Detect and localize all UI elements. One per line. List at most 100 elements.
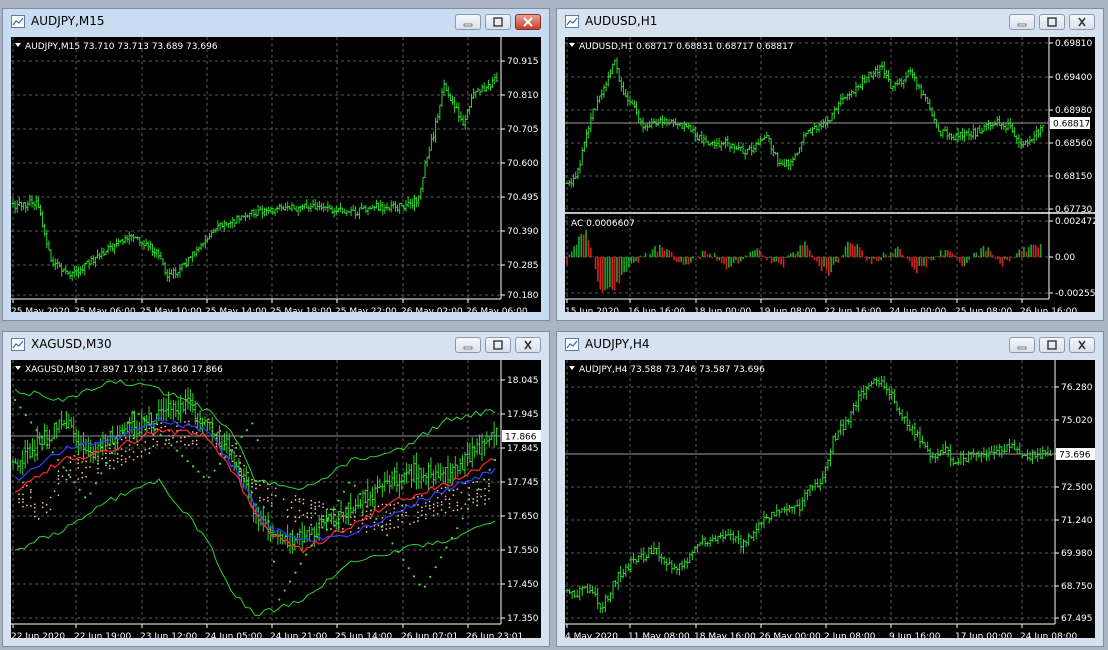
ichimoku-cloud-dot [432, 503, 435, 506]
ichimoku-cloud-dot [436, 496, 439, 499]
time-axis-label: 26 May 02:00 [401, 307, 463, 312]
maximize-button[interactable] [1039, 337, 1065, 353]
ichimoku-cloud-dot [286, 516, 289, 518]
time-axis-label: 4 May 2020 [565, 632, 618, 638]
parabolic-sar-dot [13, 398, 17, 402]
ichimoku-cloud-dot [405, 511, 407, 514]
maximize-button[interactable] [485, 337, 511, 353]
ichimoku-cloud-dot [314, 505, 317, 508]
minimize-button[interactable] [455, 337, 481, 353]
ichimoku-cloud-dot [132, 458, 135, 461]
close-button[interactable] [515, 337, 541, 353]
price-axis-label: 70.810 [507, 91, 539, 101]
parabolic-sar-dot [380, 525, 383, 529]
ichimoku-cloud-dot [112, 459, 115, 462]
price-chart[interactable]: 76.280 75.020 73.696 72.500 71.240 69.980 68.7… [565, 360, 1095, 638]
ichimoku-cloud-dot [65, 478, 68, 481]
parabolic-sar-dot [40, 436, 44, 439]
price-axis-label: 72.500 [1061, 483, 1093, 493]
ichimoku-cloud-dot [417, 520, 419, 522]
time-axis-label: 25 May 06:00 [74, 307, 136, 312]
ichimoku-cloud-dot [239, 455, 242, 458]
price-chart[interactable]: 70.915 70.810 70.705 70.600 70.495 70.390 70.2… [11, 37, 541, 312]
ichimoku-cloud-dot [472, 481, 475, 484]
ichimoku-cloud-dot [476, 504, 479, 507]
ichimoku-cloud-dot [69, 476, 72, 479]
price-axis-label: 18.045 [507, 376, 539, 386]
ichimoku-cloud-dot [310, 503, 313, 506]
minimize-button[interactable] [1009, 337, 1035, 353]
ichimoku-cloud-dot [124, 436, 127, 439]
collapse-triangle-icon[interactable] [15, 43, 21, 47]
ichimoku-cloud-dot [41, 506, 44, 509]
ichimoku-cloud-dot [104, 457, 107, 459]
ichimoku-cloud-dot [468, 494, 471, 497]
close-button[interactable] [1069, 337, 1095, 353]
parabolic-sar-dot [224, 455, 227, 459]
parabolic-sar-dot [278, 598, 281, 601]
window-titlebar[interactable]: AUDUSD,H1 [557, 9, 1103, 35]
chart-window-audusd-h1[interactable]: AUDUSD,H1 0.69810 0.69400 0.68980 0.68560 0.… [556, 8, 1104, 321]
parabolic-sar-dot [477, 488, 480, 491]
ichimoku-cloud-dot [440, 503, 443, 506]
parabolic-sar-dot [170, 444, 173, 447]
ichimoku-cloud-dot [104, 452, 107, 455]
minimize-button[interactable] [1009, 14, 1035, 30]
parabolic-sar-dot [267, 520, 270, 523]
parabolic-sar-dot [294, 571, 297, 574]
ichimoku-cloud-dot [480, 495, 483, 498]
window-title: AUDJPY,M15 [31, 14, 105, 28]
window-titlebar[interactable]: AUDJPY,H4 [557, 332, 1103, 358]
ichimoku-cloud-dot [187, 420, 190, 423]
ichimoku-cloud-dot [108, 447, 111, 450]
time-axis-label: 15 Jun 2020 [565, 307, 619, 312]
parabolic-sar-dot [121, 431, 124, 434]
ichimoku-cloud-dot [89, 466, 91, 468]
ichimoku-cloud-dot [484, 503, 486, 505]
ichimoku-cloud-dot [148, 427, 151, 430]
ichimoku-cloud-dot [318, 505, 321, 508]
ichimoku-cloud-dot [45, 511, 48, 514]
ichimoku-cloud-dot [18, 498, 20, 500]
ichimoku-cloud-dot [140, 455, 143, 457]
price-axis-label: 71.240 [1061, 516, 1093, 526]
ichimoku-cloud-dot [239, 474, 242, 477]
close-button[interactable] [1069, 14, 1095, 30]
ichimoku-cloud-dot [365, 531, 368, 533]
ichimoku-cloud-dot [488, 489, 490, 492]
chart-window-xagusd-m30[interactable]: XAGUSD,M30 18.045 17.945 17.845 17.745 17.65… [2, 331, 550, 647]
ichimoku-cloud-dot [160, 422, 163, 425]
minimize-button[interactable] [455, 14, 481, 30]
chart-window-icon [565, 338, 579, 351]
collapse-triangle-icon[interactable] [569, 43, 575, 47]
close-button[interactable] [515, 14, 541, 30]
ichimoku-cloud-dot [377, 505, 380, 508]
collapse-triangle-icon[interactable] [569, 366, 575, 370]
chart-window-audjpy-m15[interactable]: AUDJPY,M15 70.915 70.810 70.705 70.600 70.49… [2, 8, 550, 321]
ichimoku-cloud-dot [132, 450, 135, 453]
maximize-button[interactable] [485, 14, 511, 30]
collapse-triangle-icon[interactable] [15, 366, 21, 370]
ichimoku-cloud-dot [195, 431, 198, 434]
minimize-icon [1017, 23, 1027, 27]
ichimoku-cloud-dot [108, 452, 111, 455]
price-chart[interactable]: 18.045 17.945 17.845 17.745 17.650 17.550 17.4… [11, 360, 541, 638]
ichimoku-cloud-dot [33, 506, 36, 509]
ichimoku-cloud-dot [365, 505, 368, 508]
ichimoku-cloud-dot [393, 507, 396, 510]
ichimoku-cloud-dot [432, 509, 435, 512]
ichimoku-cloud-dot [393, 526, 396, 529]
ichimoku-cloud-dot [389, 512, 392, 515]
maximize-button[interactable] [1039, 14, 1065, 30]
ichimoku-cloud-dot [432, 506, 435, 509]
chart-window-audjpy-h4[interactable]: AUDJPY,H4 76.280 75.020 73.696 72.500 71.240… [556, 331, 1104, 647]
ichimoku-cloud-dot [310, 499, 313, 502]
window-titlebar[interactable]: XAGUSD,M30 [3, 332, 549, 358]
ichimoku-cloud-dot [334, 524, 336, 527]
parabolic-sar-dot [364, 501, 367, 504]
window-titlebar[interactable]: AUDJPY,M15 [3, 9, 549, 35]
ichimoku-cloud-dot [49, 508, 52, 511]
ichimoku-cloud-dot [57, 494, 60, 497]
price-chart[interactable]: 0.69810 0.69400 0.68980 0.68560 0.68150 0.677… [565, 37, 1095, 312]
ichimoku-cloud-dot [41, 502, 44, 504]
